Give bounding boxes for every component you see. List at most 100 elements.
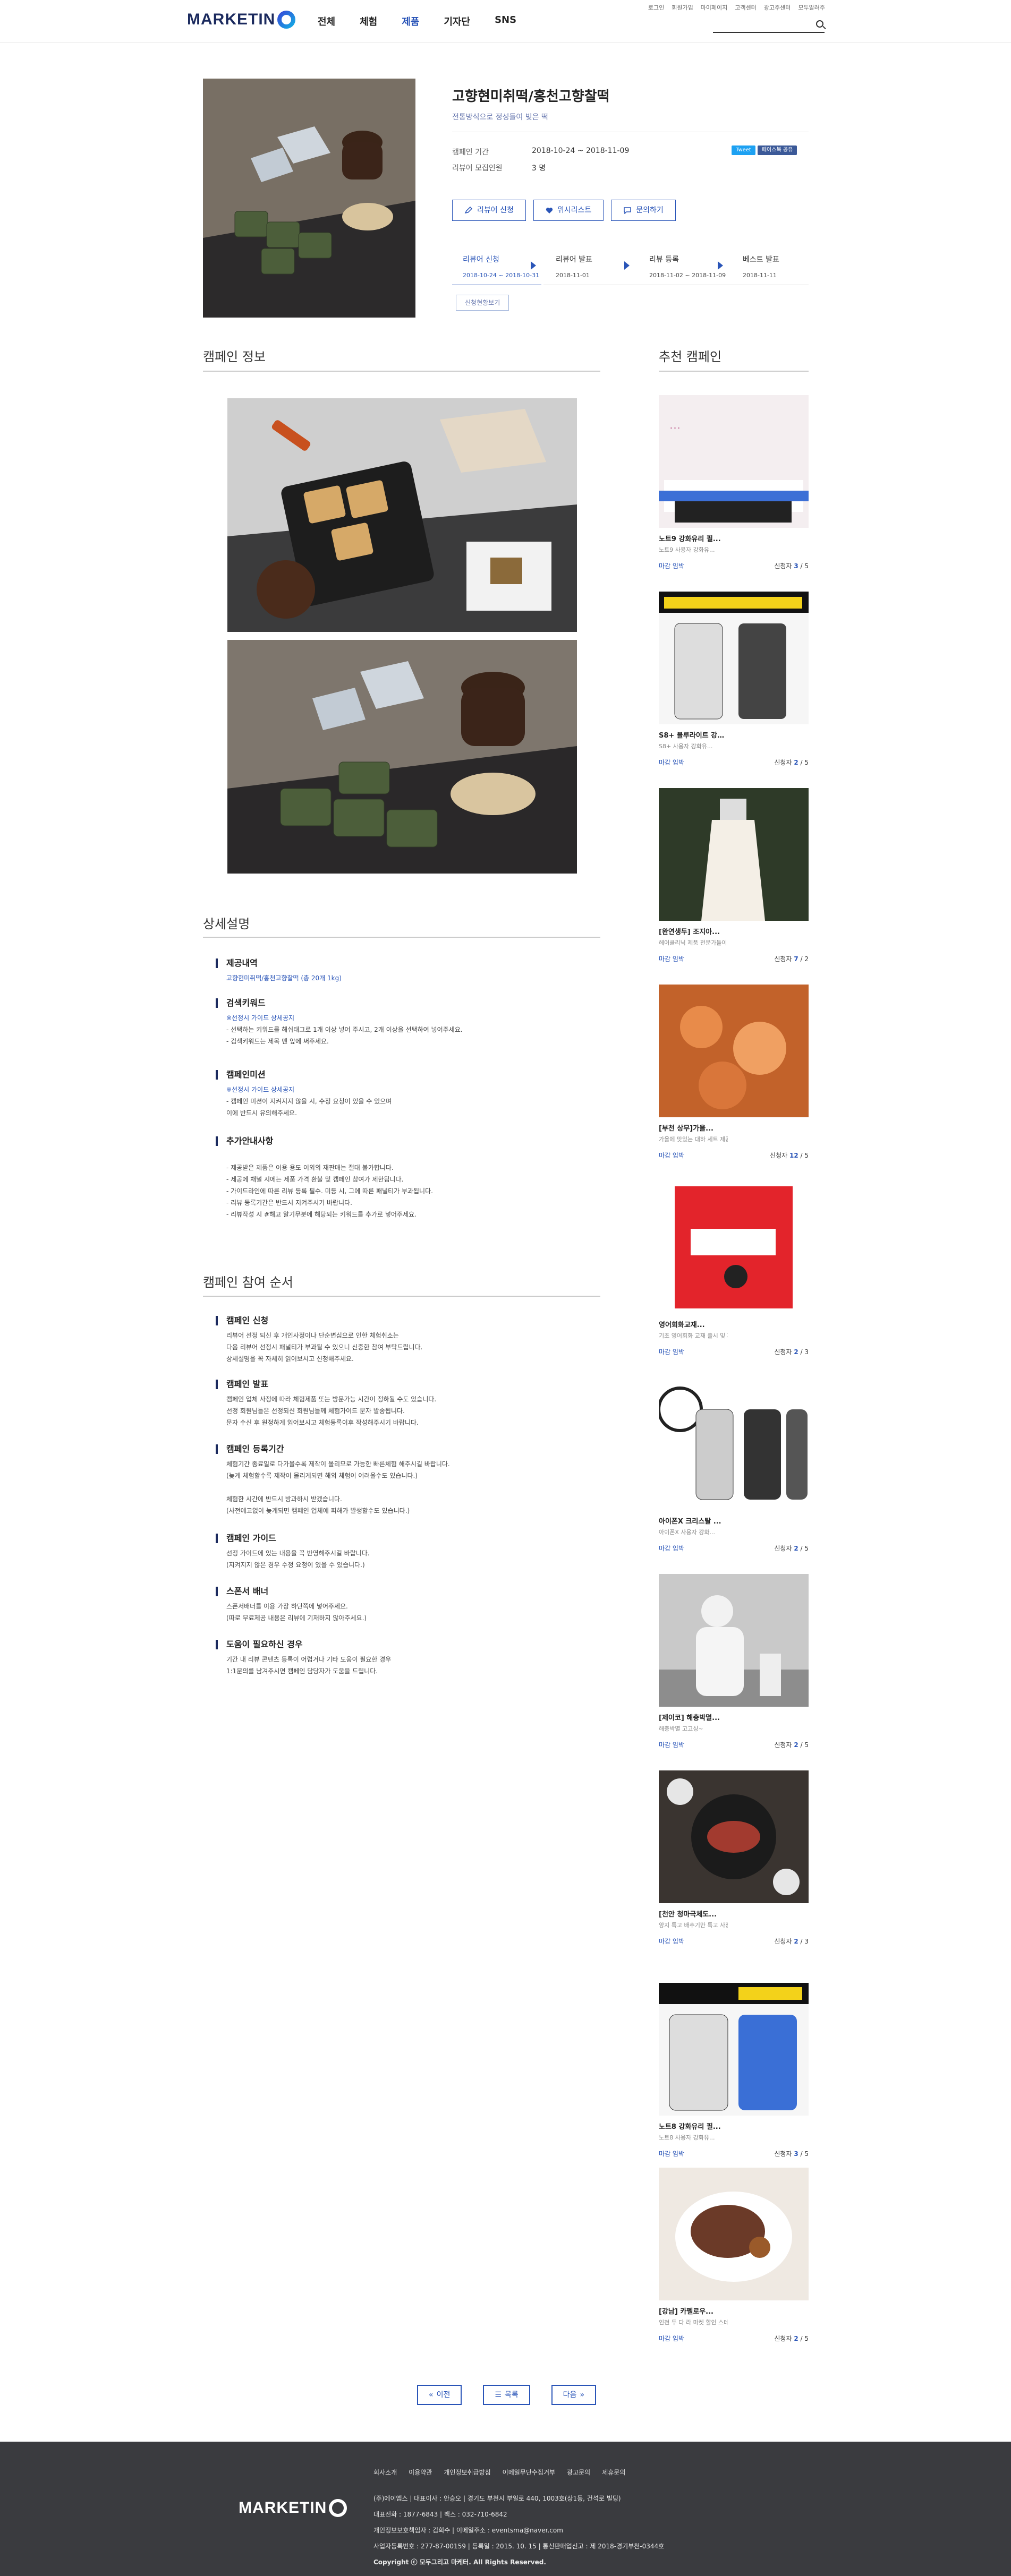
footer-link-ad[interactable]: 광고문의 — [567, 2468, 590, 2477]
proc-heading: 도움이 필요하신 경우 — [216, 1640, 588, 1649]
next-label: 다음 — [563, 2391, 577, 2399]
wishlist-button[interactable]: 위시리스트 — [533, 200, 604, 221]
apply-button-label: 리뷰어 신청 — [477, 206, 514, 215]
step-label: 리뷰 등록 — [649, 255, 679, 264]
recruit-value: 3 명 — [532, 164, 546, 173]
logo[interactable]: MARKETIN — [187, 11, 296, 29]
applicants-button[interactable]: 신청현황보기 — [456, 295, 509, 311]
rec-card[interactable]: 노트8 강화유리 필... 노트8 사용자 강화유... 마감 임박 신청자 3 … — [659, 1983, 809, 2169]
rec-card[interactable]: [부천 상무]가을... 가을에 맛있는 대하 세트 제공... 마감 임박 신청… — [659, 985, 809, 1170]
chat-icon — [624, 207, 632, 214]
rec-card[interactable]: S8+ 블루라이트 강화유... S8+ 사용자 강화유... 마감 임박 신청자… — [659, 592, 809, 777]
footer-link-email[interactable]: 이메일무단수집거부 — [503, 2468, 555, 2477]
rec-desc: 노트8 사용자 강화유... — [659, 2134, 715, 2141]
rec-status: 마감 임박 — [659, 2335, 684, 2342]
login-link[interactable]: 로그인 — [648, 3, 664, 12]
rec-desc: S8+ 사용자 강화유... — [659, 743, 713, 750]
footer-link-terms[interactable]: 이용약관 — [409, 2468, 432, 2477]
nav-reporters[interactable]: 기자단 — [444, 14, 470, 28]
rec-count: 신청자 2 / 5 — [774, 1741, 809, 1749]
campaign-title: 고향현미취떡/홍천고향찰떡 — [452, 89, 610, 105]
nav-experience[interactable]: 체험 — [360, 14, 377, 28]
rec-name: S8+ 블루라이트 강화유... — [659, 732, 728, 740]
proc-line: (따로 무료제공 내용은 리뷰에 기재하지 않아주세요.) — [226, 1614, 367, 1622]
recommended-title: 추천 캠페인 — [659, 349, 722, 364]
rec-card[interactable]: [완연생두] 조지아... 헤어클리닉 제품 전문가들이 개발한... 마감 임… — [659, 788, 809, 974]
proc-line: (늦게 체험할수록 제작이 몰리게되면 해외 체험이 어려울수도 있습니다.) — [226, 1472, 418, 1479]
logo-text: MARKETIN — [187, 11, 276, 28]
rec-desc: 아이폰X 사용자 강화... — [659, 1529, 715, 1536]
inquiry-button[interactable]: 문의하기 — [611, 200, 676, 221]
rec-status: 마감 임박 — [659, 1545, 684, 1552]
rec-count: 신청자 3 / 5 — [774, 2150, 809, 2158]
rec-desc: 가을에 맛있는 대하 세트 제공... — [659, 1136, 728, 1143]
utility-links: 로그인 회원가입 마이페이지 고객센터 광고주센터 모두알려주 — [648, 3, 825, 12]
detail-line: - 제공받은 제품은 이용 용도 이외의 재판매는 절대 불가합니다. — [226, 1164, 394, 1171]
rec-name: [강남] 카펠로우... — [659, 2308, 713, 2316]
rec-status: 마감 임박 — [659, 1741, 684, 1749]
footer-phone: 대표전화 : 1877-6843 | 팩스 : 032-710-6842 — [373, 2511, 507, 2518]
proc-line: 캠페인 업체 사정에 따라 체험제품 또는 방문가능 시간이 정하될 수도 있습… — [226, 1396, 437, 1403]
rec-thumbnail — [659, 2168, 809, 2300]
rec-card[interactable]: ··· 노트9 강화유리 필... 노트9 사용자 강화유... 마감 임박 신청… — [659, 395, 809, 581]
rec-card[interactable]: [강남] 카펠로우... 인천 두 다 라 마켓 할인 스테이크... 마감 임… — [659, 2168, 809, 2354]
rec-card[interactable]: 영어회화교재... 기초 영어회화 교재 출시 및 제공... 마감 임박 신청자… — [659, 1181, 809, 1367]
rec-count: 신청자 2 / 5 — [774, 759, 809, 766]
detail-image-1 — [227, 398, 577, 632]
footer-link-privacy[interactable]: 개인정보취급방침 — [444, 2468, 490, 2477]
rec-thumbnail — [659, 1377, 809, 1510]
footer-logo-mark-icon — [329, 2499, 347, 2517]
search-box — [713, 19, 825, 33]
rec-count: 신청자 2 / 5 — [774, 1545, 809, 1552]
detail-line: - 캠페인 미션이 지켜지지 않을 시, 수정 요청이 있을 수 있으며 — [226, 1098, 392, 1105]
prev-button[interactable]: «이전 — [417, 2385, 462, 2405]
proc-help: 도움이 필요하신 경우 기간 내 리뷰 콘텐츠 등록이 어렵거나 기타 도움이 … — [216, 1640, 588, 1677]
step-arrow-icon — [624, 261, 630, 270]
signup-link[interactable]: 회원가입 — [672, 3, 693, 12]
list-button[interactable]: ☰ 목록 — [483, 2385, 530, 2405]
detail-heading: 캠페인미션 — [216, 1070, 588, 1080]
campaign-actions: 리뷰어 신청 위시리스트 문의하기 — [452, 200, 676, 221]
search-icon[interactable] — [816, 20, 823, 28]
mypage-link[interactable]: 마이페이지 — [701, 3, 728, 12]
list-icon: ☰ — [495, 2391, 502, 2399]
nav-sns[interactable]: SNS — [495, 14, 516, 28]
rec-card[interactable]: [제이코] 해충박멸... 해충박멸 고고싱~ 마감 임박 신청자 2 / 5 — [659, 1574, 809, 1760]
footer-business: 사업자등록번호 : 277-87-00159 | 등록일 : 2015. 10.… — [373, 2543, 665, 2550]
proc-line: 선정 가이드에 있는 내용을 꼭 반영해주시길 바랍니다. — [226, 1550, 370, 1557]
step-date: 2018-10-24 ~ 2018-10-31 — [463, 272, 540, 279]
notify-link[interactable]: 모두알려주 — [798, 3, 825, 12]
footer-link-partner[interactable]: 제휴문의 — [602, 2468, 625, 2477]
guide-link[interactable]: ※선정시 가이드 상세공지 — [216, 1012, 588, 1024]
support-link[interactable]: 고객센터 — [735, 3, 756, 12]
rec-status: 마감 임박 — [659, 562, 684, 570]
step-review: 리뷰 등록 2018-11-02 ~ 2018-11-09 — [649, 254, 726, 279]
campaign-subtitle: 전통방식으로 정성들여 빚은 떡 — [452, 113, 548, 122]
section-rule — [659, 371, 809, 372]
advertiser-link[interactable]: 광고주센터 — [764, 3, 791, 12]
search-input[interactable] — [713, 19, 809, 31]
rec-count: 신청자 12 / 5 — [770, 1152, 809, 1159]
rec-card[interactable]: 아이폰X 크리스탈 ... 아이폰X 사용자 강화... 마감 임박 신청자 2 … — [659, 1377, 809, 1563]
section-rule — [203, 371, 600, 372]
apply-button[interactable]: 리뷰어 신청 — [452, 200, 526, 221]
nav-product[interactable]: 제품 — [402, 14, 419, 28]
footer-copyright: Copyright ⓒ 모두그리고 마케터. All Rights Reserv… — [373, 2558, 546, 2566]
twitter-share-button[interactable]: Tweet — [732, 146, 755, 155]
proc-line: 스폰서배너를 이용 가장 하단쪽에 넣어주세요. — [226, 1603, 348, 1610]
footer-logo[interactable]: MARKETIN — [239, 2499, 347, 2517]
facebook-share-button[interactable]: 페이스북 공유 — [757, 146, 797, 155]
heart-icon — [546, 207, 553, 213]
proc-line: (지켜지지 않은 경우 수정 요청이 있을 수 있습니다.) — [226, 1561, 365, 1569]
nav-all[interactable]: 전체 — [318, 14, 335, 28]
footer-link-about[interactable]: 회사소개 — [373, 2468, 397, 2477]
section-rule — [203, 937, 600, 938]
rec-desc: 양지 특고 배추기만 특고 사장님... — [659, 1922, 728, 1929]
detail-line: 이에 반드시 유의해주세요. — [226, 1109, 297, 1117]
rec-card[interactable]: [천안 청마극체도... 양지 특고 배추기만 특고 사장님... 마감 임박 신… — [659, 1770, 809, 1956]
logo-mark-icon — [277, 11, 296, 29]
step-apply: 리뷰어 신청 2018-10-24 ~ 2018-10-31 — [463, 254, 539, 279]
step-date: 2018-11-01 — [556, 272, 590, 279]
next-button[interactable]: 다음» — [551, 2385, 597, 2405]
guide-link[interactable]: ※선정시 가이드 상세공지 — [216, 1084, 588, 1096]
